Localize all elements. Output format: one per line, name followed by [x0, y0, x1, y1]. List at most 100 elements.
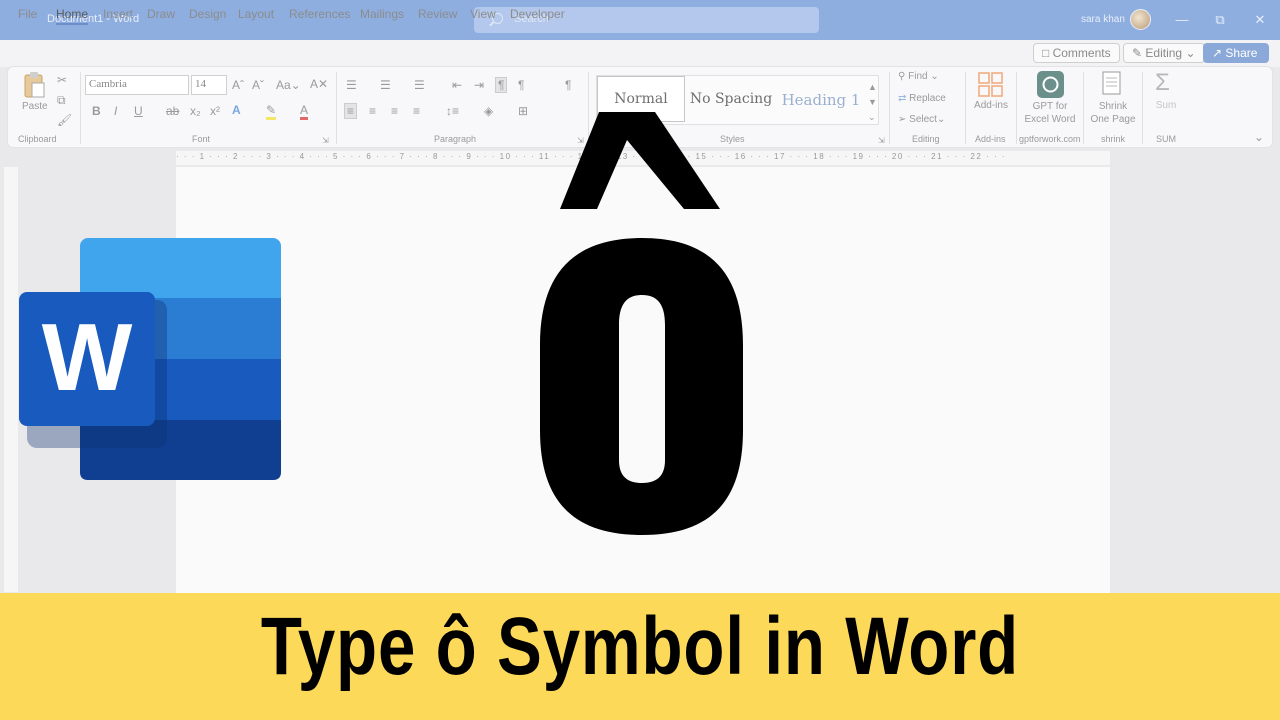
divider: [80, 72, 81, 144]
cut-icon[interactable]: ✂: [57, 73, 67, 87]
add-ins-group-label: Add-ins: [975, 134, 1006, 144]
justify-icon[interactable]: ≡: [413, 104, 420, 118]
divider: [336, 72, 337, 144]
bold-icon[interactable]: B: [92, 104, 101, 118]
sum-button-label[interactable]: Sum: [1150, 100, 1182, 111]
text-effects-icon[interactable]: A: [232, 103, 241, 117]
minimize-button[interactable]: —: [1172, 10, 1192, 30]
line-spacing-icon[interactable]: ↕≡: [446, 104, 459, 118]
share-button[interactable]: ↗ Share: [1203, 43, 1269, 63]
tab-developer[interactable]: Developer: [510, 7, 565, 21]
collapse-ribbon-icon[interactable]: ⌄: [1254, 130, 1264, 144]
share-icon: ↗: [1212, 46, 1223, 60]
find-label: Find: [908, 71, 928, 82]
styles-scroll-up-icon[interactable]: ▲: [868, 80, 877, 94]
grow-font-icon[interactable]: Aˆ: [232, 78, 244, 92]
font-color-icon[interactable]: A: [300, 103, 309, 120]
gptforwork-group-label: gptforwork.com: [1019, 134, 1081, 144]
superscript-icon[interactable]: x²: [210, 104, 220, 118]
user-name[interactable]: sara khan: [1081, 14, 1125, 25]
pencil-icon: ✎: [1132, 46, 1143, 60]
tab-file[interactable]: File: [18, 7, 37, 21]
gpt-for-excel-word-button[interactable]: GPT for Excel Word: [1022, 100, 1078, 126]
font-name-select[interactable]: Cambria: [85, 75, 189, 95]
font-name-value: Cambria: [89, 78, 127, 90]
multilevel-list-icon[interactable]: ☰: [414, 78, 425, 92]
comment-icon: □: [1042, 46, 1050, 60]
close-button[interactable]: ✕: [1250, 10, 1270, 30]
divider: [1142, 72, 1143, 144]
chevron-down-icon: ⌄: [1185, 46, 1196, 60]
sum-group-label: SUM: [1156, 134, 1176, 144]
tab-design[interactable]: Design: [189, 7, 226, 21]
divider: [889, 72, 890, 144]
paste-label[interactable]: Paste: [22, 101, 48, 112]
subscript-icon[interactable]: x₂: [190, 104, 201, 118]
tab-draw[interactable]: Draw: [147, 7, 175, 21]
comments-label: Comments: [1052, 46, 1111, 60]
comments-button[interactable]: □ Comments: [1033, 43, 1120, 63]
banner-title: Type ô Symbol in Word: [260, 601, 1020, 692]
sum-icon[interactable]: Σ: [1155, 70, 1170, 96]
increase-indent-icon[interactable]: ⇥: [474, 78, 484, 92]
align-right-icon[interactable]: ≡: [391, 104, 398, 118]
styles-scroll-down-icon[interactable]: ▼: [868, 95, 877, 109]
select-button[interactable]: ➢ Select⌄: [898, 114, 945, 125]
shading-icon[interactable]: ◈: [484, 104, 493, 118]
word-logo-letter: W: [42, 304, 133, 411]
o-circumflex-glyph: [540, 112, 743, 535]
tab-view[interactable]: View: [470, 7, 496, 21]
change-case-icon[interactable]: Aa⌄: [276, 78, 301, 92]
underline-icon[interactable]: U: [134, 104, 143, 118]
find-button[interactable]: ⚲ Find ⌄: [898, 71, 939, 82]
gpt-logo-icon[interactable]: [1037, 71, 1064, 98]
tab-layout[interactable]: Layout: [238, 7, 274, 21]
decrease-indent-icon[interactable]: ⇤: [452, 78, 462, 92]
font-size-select[interactable]: 14: [191, 75, 227, 95]
style-heading-1[interactable]: Heading 1: [777, 77, 865, 123]
chevron-down-icon: ⌄: [930, 71, 939, 82]
restore-button[interactable]: ⧉: [1210, 10, 1230, 30]
copy-icon[interactable]: ⧉: [57, 93, 66, 107]
shrink-line2: One Page: [1090, 114, 1136, 125]
numbering-icon[interactable]: ☰: [380, 78, 391, 92]
strikethrough-icon[interactable]: ab: [166, 104, 179, 118]
editing-mode-button[interactable]: ✎ Editing ⌄: [1123, 43, 1205, 63]
italic-icon[interactable]: I: [114, 104, 117, 118]
ltr-text-icon[interactable]: ¶: [495, 77, 508, 93]
add-ins-label[interactable]: Add-ins: [970, 100, 1012, 111]
tab-home[interactable]: Home: [56, 7, 89, 25]
avatar[interactable]: [1130, 9, 1151, 30]
styles-dialog-launcher-icon[interactable]: ⇲: [878, 134, 885, 148]
vertical-ruler: [4, 167, 18, 592]
rtl-text-icon[interactable]: ¶: [518, 78, 524, 92]
styles-more-icon[interactable]: ⌄: [868, 110, 876, 124]
highlight-icon[interactable]: ✎: [266, 103, 277, 120]
font-dialog-launcher-icon[interactable]: ⇲: [322, 134, 329, 148]
tab-review[interactable]: Review: [418, 7, 457, 21]
align-left-icon[interactable]: ≡: [344, 103, 358, 119]
divider: [1016, 72, 1017, 144]
tab-mailings[interactable]: Mailings: [360, 7, 404, 21]
shrink-one-page-button[interactable]: Shrink One Page: [1088, 100, 1138, 126]
shrink-font-icon[interactable]: Aˇ: [252, 78, 264, 92]
borders-icon[interactable]: ⊞: [518, 104, 528, 118]
tab-references[interactable]: References: [289, 7, 350, 21]
style-heading-1-label: Heading 1: [781, 91, 861, 109]
select-label: Select: [909, 114, 937, 125]
clear-formatting-icon[interactable]: A✕: [310, 77, 328, 91]
show-formatting-icon[interactable]: ¶: [565, 78, 571, 92]
paste-icon[interactable]: [22, 71, 46, 99]
style-no-spacing-label: No Spacing: [689, 91, 773, 107]
add-ins-icon[interactable]: [978, 72, 1003, 97]
replace-button[interactable]: ⇄ Replace: [898, 93, 946, 104]
word-logo-icon: W: [19, 238, 281, 480]
shrink-one-page-icon[interactable]: [1101, 71, 1125, 98]
gpt-line2: Excel Word: [1024, 114, 1076, 125]
tab-insert[interactable]: Insert: [103, 7, 133, 21]
font-group-label: Font: [192, 134, 211, 144]
bullets-icon[interactable]: ☰: [346, 78, 357, 92]
align-center-icon[interactable]: ≡: [369, 104, 376, 118]
format-painter-icon[interactable]: 🖌: [57, 113, 72, 127]
clipboard-group-label: Clipboard: [18, 134, 57, 144]
